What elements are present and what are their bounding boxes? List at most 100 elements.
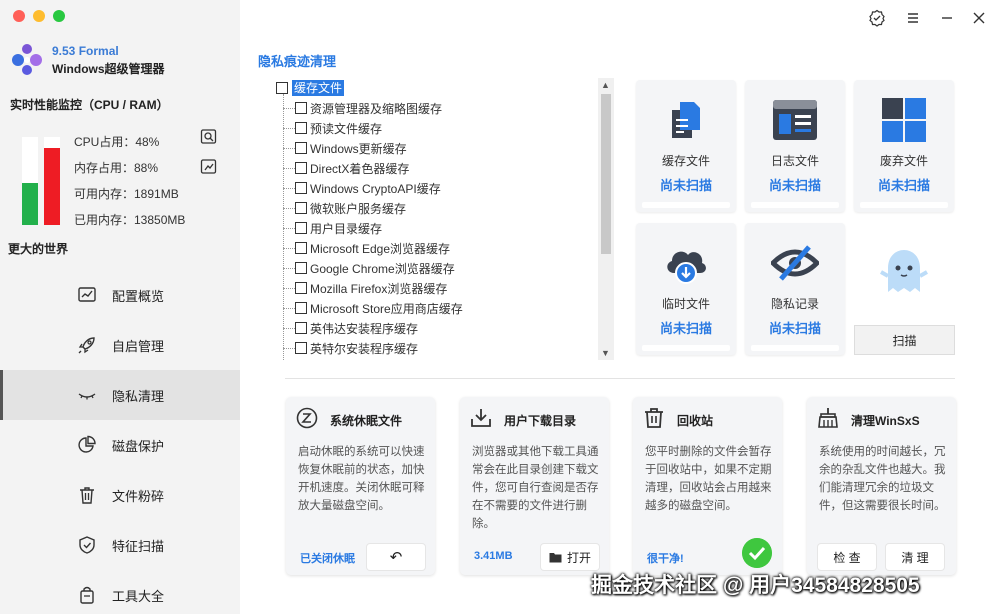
panel-description: 浏览器或其他下载工具通常会在此目录创建下载文件，您可自行查阅是否存在不需要的文件…: [472, 446, 599, 530]
tree-item[interactable]: 英伟达安装程序缓存: [283, 318, 418, 338]
panel-downloads: 用户下载目录 浏览器或其他下载工具通常会在此目录创建下载文件，您可自行查阅是否存…: [460, 397, 609, 575]
minimize-icon[interactable]: [938, 9, 956, 27]
download-tray-icon: [471, 409, 491, 427]
clean-button[interactable]: 清 理: [886, 544, 944, 570]
nav-item-disk-protection[interactable]: 磁盘保护: [0, 420, 240, 470]
rocket-icon: [78, 337, 95, 354]
tree-item[interactable]: 英特尔安装程序缓存: [283, 338, 418, 358]
hibernation-status: 已关闭休眠: [300, 553, 355, 565]
card-privacy-records[interactable]: 隐私记录 尚未扫描: [745, 223, 845, 355]
tree-item-label: 微软账户服务缓存: [310, 201, 407, 216]
card-status: 尚未扫描: [877, 178, 930, 193]
tree-item[interactable]: Google Chrome浏览器缓存: [283, 258, 455, 278]
tree-item-checkbox[interactable]: [295, 162, 307, 174]
ghost-mascot-icon: [880, 250, 928, 292]
sidebar: 9.53 Formal Windows超级管理器 实时性能监控（CPU / RA…: [0, 0, 240, 614]
scrollbar-thumb[interactable]: [601, 94, 611, 254]
recycle-bin-icon: [645, 408, 663, 428]
card-status: 尚未扫描: [768, 178, 821, 193]
nav-label: 自启管理: [112, 338, 165, 354]
card-label: 缓存文件: [661, 154, 710, 168]
tree-item-checkbox[interactable]: [295, 182, 307, 194]
tree-item-checkbox[interactable]: [295, 322, 307, 334]
tree-item-label: 预读文件缓存: [310, 121, 383, 136]
open-folder-button[interactable]: 打开: [541, 544, 599, 570]
tree-item-label: 用户目录缓存: [310, 221, 383, 236]
nav-item-privacy[interactable]: 隐私清理: [0, 370, 240, 420]
card-junk-files[interactable]: 废弃文件 尚未扫描: [854, 80, 954, 212]
recycle-bin-status: 很干净!: [647, 553, 684, 565]
tree-scrollbar[interactable]: ▲ ▼: [598, 78, 614, 360]
tree-item-label: Microsoft Edge浏览器缓存: [310, 241, 451, 256]
tree-item-checkbox[interactable]: [295, 122, 307, 134]
tree-item[interactable]: Microsoft Edge浏览器缓存: [283, 238, 450, 258]
nav-label: 隐私清理: [112, 388, 165, 404]
card-progress-track: [860, 202, 948, 208]
tree-item-checkbox[interactable]: [295, 302, 307, 314]
scroll-down-icon[interactable]: ▼: [601, 348, 610, 358]
tree-item[interactable]: 预读文件缓存: [283, 118, 382, 138]
card-progress-track: [751, 345, 839, 351]
image-scan-icon[interactable]: [200, 158, 218, 176]
scroll-up-icon[interactable]: ▲: [601, 80, 610, 90]
nav-item-shredder[interactable]: 文件粉碎: [0, 470, 240, 520]
pie-chart-icon: [78, 435, 96, 453]
windows-tiles-icon: [882, 98, 926, 142]
tree-item-checkbox[interactable]: [295, 102, 307, 114]
panel-description: 启动休眠的系统可以快速恢复休眠前的状态，加快开机速度。关闭休眠可释放大量磁盘空间…: [298, 446, 425, 512]
tree-item[interactable]: 用户目录缓存: [283, 218, 382, 238]
tree-root[interactable]: 缓存文件: [276, 80, 345, 96]
folder-icon: [549, 552, 562, 562]
tree-item-checkbox[interactable]: [295, 202, 307, 214]
nav-item-overview[interactable]: 配置概览: [0, 270, 240, 320]
tree-root-checkbox[interactable]: [276, 82, 288, 94]
close-icon[interactable]: [970, 9, 988, 27]
app-name: Windows超级管理器: [52, 62, 165, 76]
check-button[interactable]: 检 查: [818, 544, 876, 570]
zoom-window-button[interactable]: [53, 10, 65, 22]
cpu-bar: [22, 137, 38, 225]
image-search-icon[interactable]: [200, 128, 218, 146]
memory-bar: [44, 137, 60, 225]
window-controls: [13, 10, 65, 22]
tree-item[interactable]: Microsoft Store应用商店缓存: [283, 298, 463, 318]
card-progress-track: [642, 345, 730, 351]
card-label: 废弃文件: [879, 154, 928, 168]
nav-item-toolbox[interactable]: 工具大全: [0, 570, 240, 614]
card-temp-files[interactable]: 临时文件 尚未扫描: [636, 223, 736, 355]
tree-item-checkbox[interactable]: [295, 282, 307, 294]
close-window-button[interactable]: [13, 10, 25, 22]
tree-item[interactable]: 资源管理器及缩略图缓存: [283, 98, 442, 118]
tree-item-label: Mozilla Firefox浏览器缓存: [310, 281, 448, 296]
tree-connector: [283, 127, 295, 129]
tree-item[interactable]: Windows更新缓存: [283, 138, 407, 158]
panel-hibernation: 系统休眠文件 启动休眠的系统可以快速恢复休眠前的状态，加快开机速度。关闭休眠可释…: [286, 397, 435, 575]
sleep-icon: [296, 407, 318, 429]
verified-badge-icon[interactable]: [868, 9, 886, 27]
watermark: 掘金技术社区 @ 用户34584828505: [591, 574, 920, 597]
tree-item-checkbox[interactable]: [295, 262, 307, 274]
section-divider: [285, 378, 955, 379]
tree-item[interactable]: 微软账户服务缓存: [283, 198, 406, 218]
minimize-window-button[interactable]: [33, 10, 45, 22]
tree-item-checkbox[interactable]: [295, 242, 307, 254]
tree-item[interactable]: DirectX着色器缓存: [283, 158, 409, 178]
card-log-files[interactable]: 日志文件 尚未扫描: [745, 80, 845, 212]
app-logo-icon: [12, 44, 42, 75]
tree-item[interactable]: Windows CryptoAPI缓存: [283, 178, 441, 198]
used-memory: 已用内存：13850MB: [74, 213, 186, 227]
scan-button[interactable]: 扫描: [854, 325, 955, 355]
tree-item-checkbox[interactable]: [295, 142, 307, 154]
menu-icon[interactable]: [904, 9, 922, 27]
tree-item[interactable]: Mozilla Firefox浏览器缓存: [283, 278, 447, 298]
tree-connector: [283, 347, 295, 349]
tree-item-checkbox[interactable]: [295, 222, 307, 234]
nav-item-feature-scan[interactable]: 特征扫描: [0, 520, 240, 570]
undo-button[interactable]: ↶: [367, 544, 425, 570]
tree-connector: [283, 167, 295, 169]
cache-tree: 缓存文件 资源管理器及缩略图缓存预读文件缓存 Windows更新缓存 DirectX…: [274, 78, 614, 360]
card-cache-files[interactable]: 缓存文件 尚未扫描: [636, 80, 736, 212]
panel-description: 您平时删除的文件会暂存于回收站中，如果不定期清理，回收站会占用越来越多的磁盘空间…: [645, 446, 772, 512]
tree-item-checkbox[interactable]: [295, 342, 307, 354]
nav-item-startup[interactable]: 自启管理: [0, 320, 240, 370]
